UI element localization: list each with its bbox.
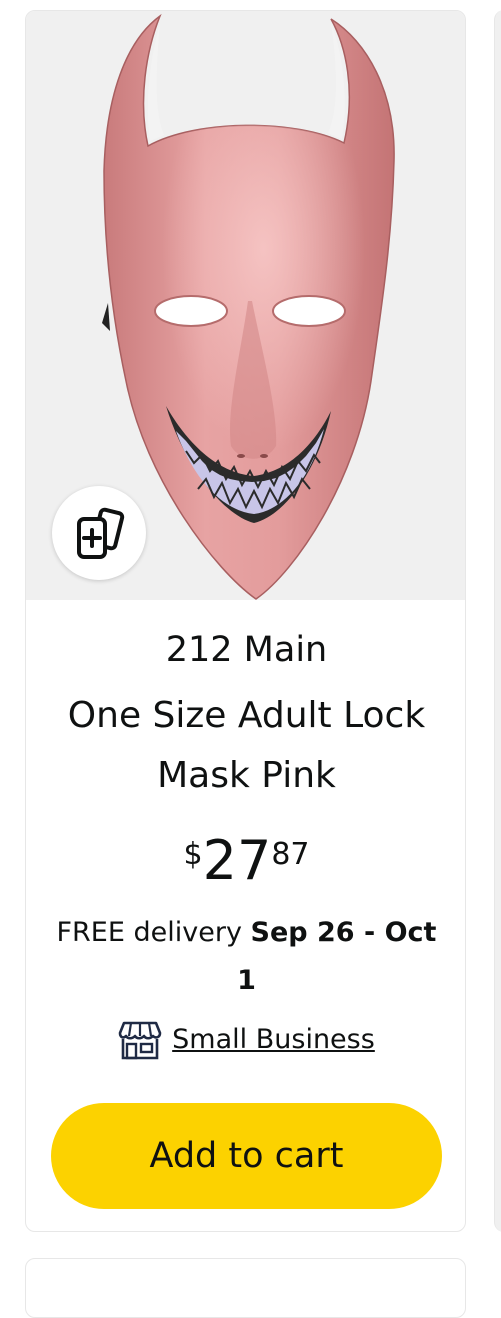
next-product-card[interactable]: [25, 1258, 466, 1318]
product-image[interactable]: [26, 11, 465, 600]
storefront-icon: [118, 1021, 162, 1060]
price-whole: 27: [202, 829, 272, 892]
small-business-link[interactable]: Small Business: [172, 1019, 375, 1061]
delivery-info: FREE delivery Sep 26 - Oct 1: [46, 909, 447, 1005]
product-price: $2787: [26, 829, 465, 904]
price-fraction: 87: [271, 837, 310, 872]
product-brand: 212 Main: [165, 630, 328, 670]
next-product-card-edge: [494, 10, 501, 1232]
product-card[interactable]: 212 Main One Size Adult Lock Mask Pink $…: [25, 10, 466, 1232]
price-symbol: $: [183, 837, 203, 872]
compare-cards-icon: [77, 507, 125, 559]
delivery-prefix: FREE delivery: [56, 917, 242, 948]
delivery-date: Sep 26 - Oct 1: [237, 917, 437, 996]
compare-button[interactable]: [52, 486, 146, 580]
add-to-cart-button[interactable]: Add to cart: [51, 1103, 442, 1209]
product-title[interactable]: One Size Adult Lock Mask Pink: [46, 686, 447, 806]
small-business-badge[interactable]: Small Business: [26, 1019, 465, 1063]
